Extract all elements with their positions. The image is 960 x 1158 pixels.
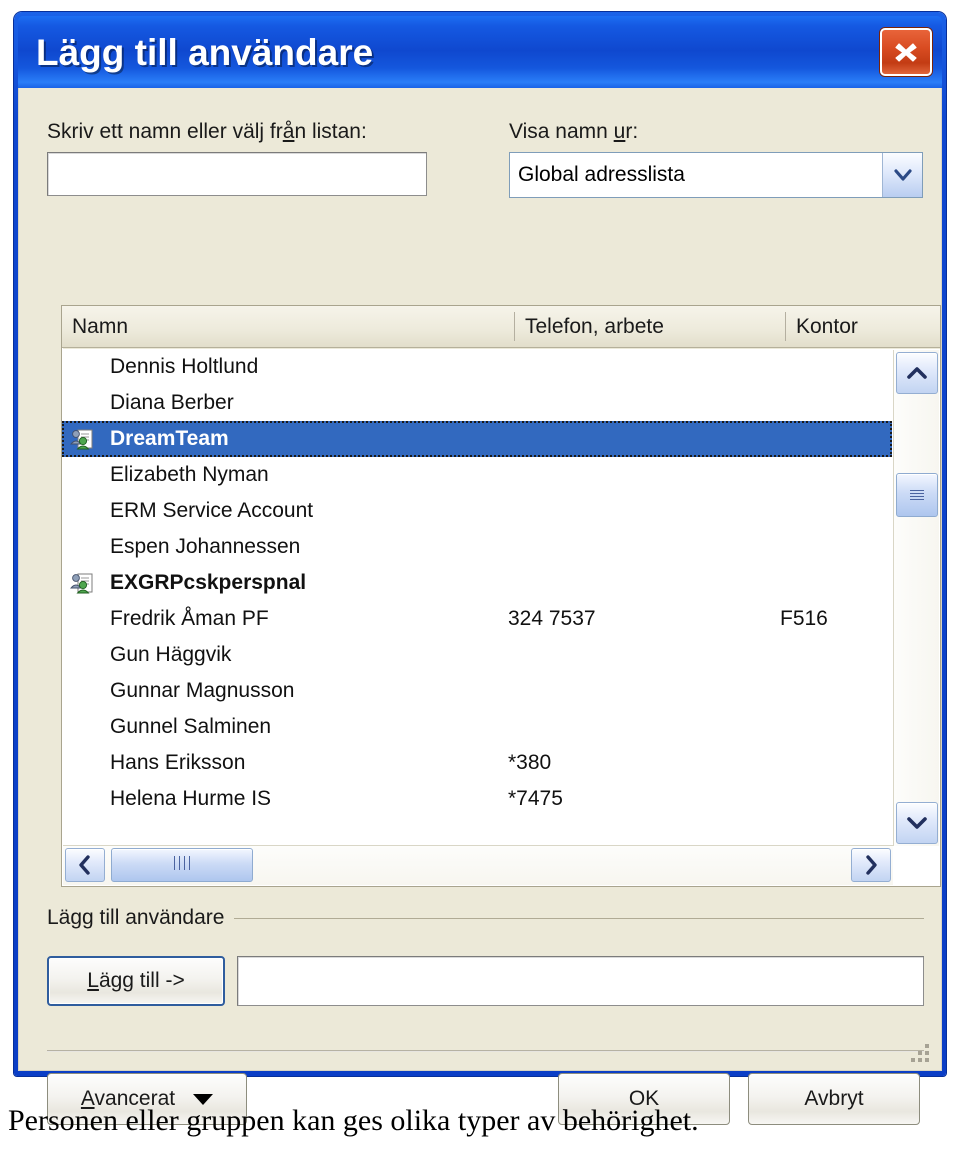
horizontal-scroll-thumb[interactable] — [111, 848, 253, 882]
cancel-button[interactable]: Avbryt — [748, 1073, 920, 1125]
list-item-name: Elizabeth Nyman — [110, 463, 269, 486]
add-to-button[interactable]: Lägg till -> — [47, 956, 225, 1006]
groupbox-line — [234, 918, 924, 919]
column-header-phone[interactable]: Telefon, arbete — [515, 306, 785, 347]
chevron-right-icon — [866, 855, 877, 875]
list-item-name: DreamTeam — [110, 427, 229, 450]
dialog-titlebar[interactable]: Lägg till användare — [18, 16, 942, 88]
name-field-label: Skriv ett namn eller välj från listan: — [47, 120, 367, 143]
figure-caption: Personen eller gruppen kan ges olika typ… — [8, 1104, 699, 1137]
list-horizontal-scrollbar[interactable] — [63, 845, 893, 885]
list-item-phone: 324 7537 — [508, 607, 596, 630]
address-book-dropdown-button[interactable] — [882, 153, 922, 197]
dialog-client-area: Skriv ett namn eller välj från listan: V… — [18, 88, 942, 1125]
list-item-name: Fredrik Åman PF — [110, 607, 269, 630]
list-item-name: Dennis Holtlund — [110, 355, 259, 378]
caret-down-icon — [193, 1093, 214, 1105]
chevron-down-icon — [907, 817, 927, 829]
scroll-up-button[interactable] — [896, 352, 938, 394]
add-users-dialog-window: Lägg till användare Skriv ett namn eller… — [14, 12, 946, 1125]
address-book-label: Visa namn ur: — [509, 120, 639, 143]
chevron-down-icon — [893, 169, 912, 181]
scroll-thumb-grip — [910, 488, 924, 502]
list-item[interactable]: ERM Service Account — [62, 493, 892, 529]
list-item[interactable]: Hans Eriksson *380 — [62, 745, 892, 781]
group-icon — [70, 573, 93, 594]
list-item-phone: *380 — [508, 751, 552, 774]
list-item-office: F516 — [780, 607, 828, 630]
footer-separator — [47, 1050, 924, 1052]
list-item[interactable]: Gun Häggvik — [62, 637, 892, 673]
cancel-button-label: Avbryt — [804, 1087, 864, 1110]
address-book-selected-value: Global adresslista — [518, 163, 685, 186]
list-item[interactable]: Espen Johannessen — [62, 529, 892, 565]
list-item-name: Gunnar Magnusson — [110, 679, 295, 702]
dialog-title: Lägg till användare — [36, 31, 374, 73]
directory-list: Namn Telefon, arbete Kontor Dennis Holtl… — [61, 305, 941, 887]
group-icon-wrap — [70, 428, 94, 450]
name-input[interactable] — [47, 152, 427, 196]
list-item-name: Hans Eriksson — [110, 751, 246, 774]
column-header-name[interactable]: Namn — [62, 306, 514, 347]
vertical-scroll-thumb[interactable] — [896, 473, 938, 517]
group-icon-wrap — [70, 572, 94, 594]
list-item-name: Diana Berber — [110, 391, 234, 414]
resize-grip[interactable] — [911, 1042, 933, 1064]
list-body: Dennis Holtlund Diana Berber DreamTeam Eliz… — [62, 349, 940, 886]
list-column-header: Namn Telefon, arbete Kontor — [62, 306, 940, 348]
list-rows-container: Dennis Holtlund Diana Berber DreamTeam Eliz… — [62, 349, 892, 846]
page-root: Lägg till användare Skriv ett namn eller… — [0, 0, 960, 1158]
list-item-name: ERM Service Account — [110, 499, 314, 522]
address-book-combo[interactable]: Global adresslista — [509, 152, 923, 198]
list-item[interactable]: Dennis Holtlund — [62, 349, 892, 385]
scroll-left-button[interactable] — [65, 848, 105, 882]
list-item[interactable]: Diana Berber — [62, 385, 892, 421]
recipients-input-value — [238, 957, 923, 981]
list-item[interactable]: Fredrik Åman PF 324 7537 F516 — [62, 601, 892, 637]
close-icon — [895, 43, 917, 62]
chevron-up-icon — [907, 367, 927, 379]
list-item-name: Helena Hurme IS — [110, 787, 272, 810]
list-item-name: Gun Häggvik — [110, 643, 232, 666]
list-item[interactable]: Gunnel Salminen — [62, 709, 892, 745]
scroll-right-button[interactable] — [851, 848, 891, 882]
list-vertical-scrollbar[interactable] — [893, 350, 939, 846]
list-item-phone: *7475 — [508, 787, 563, 810]
close-button[interactable] — [880, 28, 932, 76]
scroll-thumb-grip — [172, 855, 192, 875]
list-item-name: EXGRPcskperspnal — [110, 571, 307, 594]
groupbox-legend: Lägg till användare — [47, 906, 233, 930]
recipients-input[interactable] — [237, 956, 924, 1006]
column-header-office[interactable]: Kontor — [786, 306, 942, 347]
list-item[interactable]: Helena Hurme IS *7475 — [62, 781, 892, 817]
list-item[interactable]: Elizabeth Nyman — [62, 457, 892, 493]
list-item-name: Gunnel Salminen — [110, 715, 272, 738]
list-item[interactable]: EXGRPcskperspnal — [62, 565, 892, 601]
list-item[interactable]: Gunnar Magnusson — [62, 673, 892, 709]
list-item[interactable]: DreamTeam — [62, 421, 892, 457]
chevron-left-icon — [79, 855, 90, 875]
group-icon — [70, 429, 93, 450]
scroll-down-button[interactable] — [896, 802, 938, 844]
add-to-button-label: Lägg till -> — [87, 969, 185, 992]
list-item-name: Espen Johannessen — [110, 535, 301, 558]
name-input-value — [48, 153, 426, 173]
